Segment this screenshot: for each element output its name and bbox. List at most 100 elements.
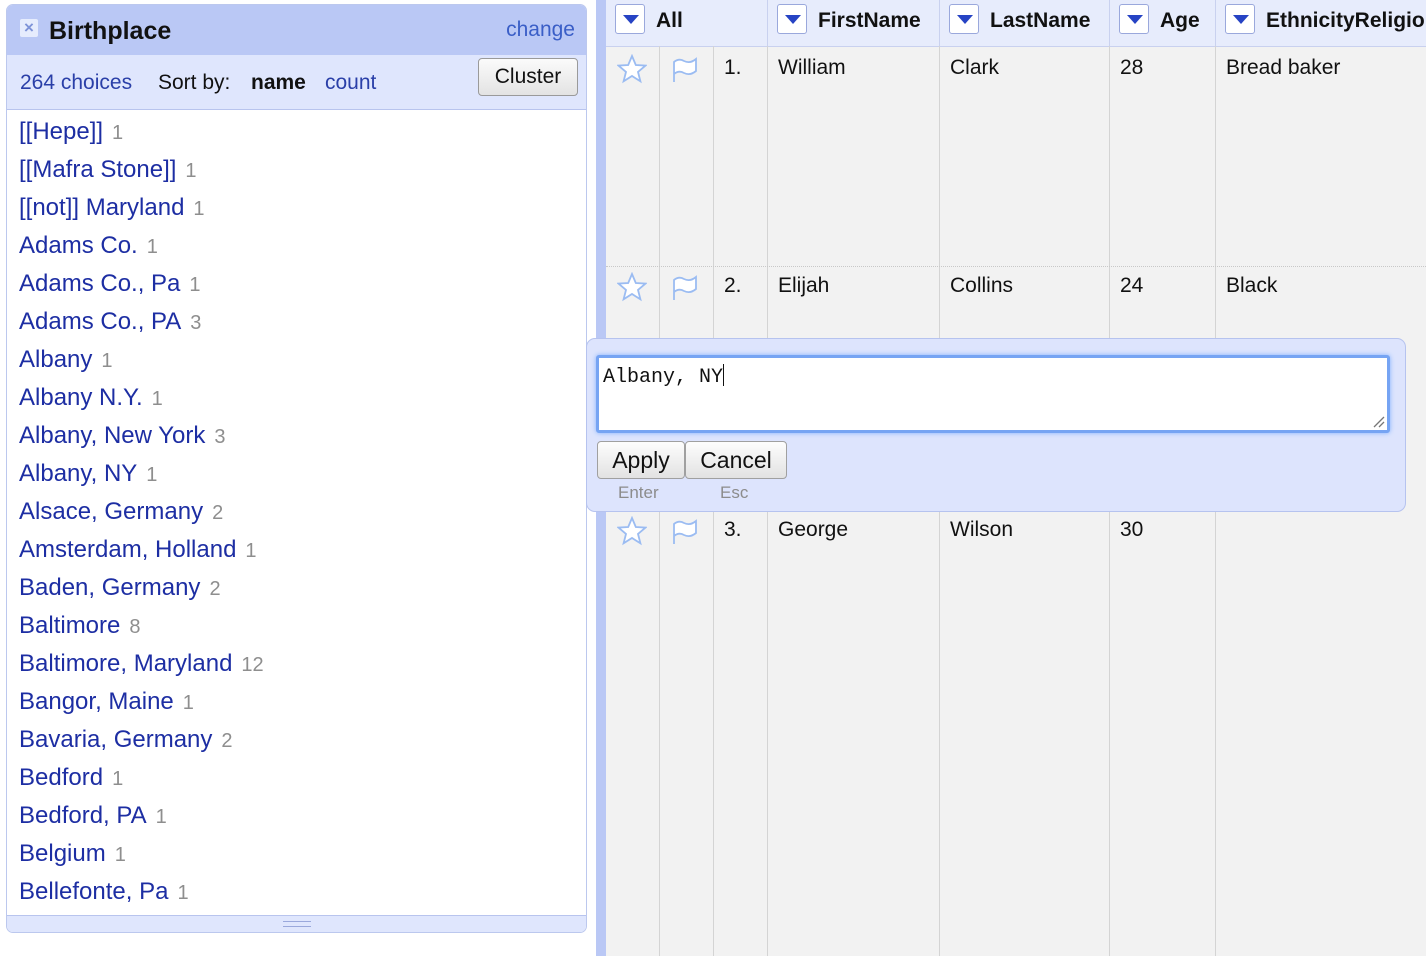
facet-choice[interactable]: Baltimore 8 bbox=[19, 607, 264, 645]
facet-choice-label[interactable]: Bangor, Maine bbox=[19, 688, 174, 715]
facet-choice[interactable]: Bellefonte, Pa 1 bbox=[19, 873, 264, 911]
cell-age[interactable]: 24 bbox=[1120, 274, 1143, 298]
facet-choice-count: 2 bbox=[212, 502, 224, 524]
cell-age[interactable]: 28 bbox=[1120, 56, 1143, 80]
facet-choice[interactable]: Baden, Germany 2 bbox=[19, 569, 264, 607]
facet-choice-label[interactable]: Bellefonte, Pa bbox=[19, 878, 168, 905]
facet-choice-count: 1 bbox=[146, 464, 158, 486]
star-icon[interactable] bbox=[617, 272, 647, 302]
sort-by-count-link[interactable]: count bbox=[325, 71, 376, 95]
facet-choice-label[interactable]: Albany N.Y. bbox=[19, 384, 143, 411]
facet-choice-label[interactable]: Albany, New York bbox=[19, 422, 205, 449]
facet-choice-label[interactable]: Baltimore bbox=[19, 612, 120, 639]
cell-edit-text: Albany, NY bbox=[603, 366, 724, 389]
column-header-firstname: FirstName bbox=[768, 0, 940, 46]
chevron-down-icon[interactable] bbox=[777, 4, 807, 34]
facet-choice[interactable]: Bedford, PA 1 bbox=[19, 797, 264, 835]
column-header-lastname: LastName bbox=[940, 0, 1110, 46]
resize-grip-icon[interactable] bbox=[1371, 414, 1385, 428]
sort-by-label: Sort by: bbox=[158, 71, 231, 94]
change-link[interactable]: change bbox=[506, 18, 575, 42]
cell-edit-textarea[interactable]: Albany, NY bbox=[596, 355, 1390, 433]
facet-choice-count: 1 bbox=[146, 236, 158, 258]
facet-choice-label[interactable]: Bavaria, Germany bbox=[19, 726, 212, 753]
facet-choice-label[interactable]: [[not]] Maryland bbox=[19, 194, 184, 221]
facet-choice[interactable]: Adams Co., Pa 1 bbox=[19, 265, 264, 303]
cell-lastname[interactable]: Clark bbox=[950, 56, 999, 80]
cell-ethnicity[interactable]: Bread baker bbox=[1226, 56, 1340, 80]
facet-choice[interactable]: Adams Co. 1 bbox=[19, 227, 264, 265]
facet-choice-label[interactable]: [[Hepe]] bbox=[19, 118, 103, 145]
facet-choice-count: 1 bbox=[114, 844, 126, 866]
cell-firstname[interactable]: George bbox=[778, 518, 848, 542]
facet-choice-label[interactable]: Amsterdam, Holland bbox=[19, 536, 236, 563]
row-index: 2. bbox=[724, 274, 742, 297]
column-label: Age bbox=[1160, 9, 1200, 32]
chevron-down-icon[interactable] bbox=[949, 4, 979, 34]
facet-title: Birthplace bbox=[49, 17, 172, 45]
facet-choice[interactable]: Albany, New York 3 bbox=[19, 417, 264, 455]
facet-choice-label[interactable]: Adams Co., Pa bbox=[19, 270, 180, 297]
facet-choice-label[interactable]: Bedford, PA bbox=[19, 802, 147, 829]
flag-icon[interactable] bbox=[670, 272, 700, 302]
cell-lastname[interactable]: Collins bbox=[950, 274, 1013, 298]
close-icon[interactable]: × bbox=[20, 19, 38, 37]
cell-lastname[interactable]: Wilson bbox=[950, 518, 1013, 542]
facet-controls: 264 choices Sort by: name count Cluster bbox=[7, 55, 586, 110]
chevron-down-icon[interactable] bbox=[1225, 4, 1255, 34]
facet-choice[interactable]: [[not]] Maryland 1 bbox=[19, 189, 264, 227]
choices-count-link[interactable]: 264 choices bbox=[20, 71, 132, 95]
facet-choice-label[interactable]: Bedford bbox=[19, 764, 103, 791]
cancel-shortcut-hint: Esc bbox=[720, 483, 749, 502]
sort-by-name[interactable]: name bbox=[251, 71, 306, 95]
facet-choice[interactable]: [[Hepe]] 1 bbox=[19, 113, 264, 151]
facet-choice-count: 1 bbox=[177, 882, 189, 904]
facet-choice[interactable]: Albany N.Y. 1 bbox=[19, 379, 264, 417]
facet-choice-label[interactable]: Adams Co., PA bbox=[19, 308, 181, 335]
chevron-down-icon[interactable] bbox=[615, 4, 645, 34]
facet-choice-label[interactable]: Belgium bbox=[19, 840, 106, 867]
facet-choice[interactable]: Adams Co., PA 3 bbox=[19, 303, 264, 341]
facet-choice-count: 12 bbox=[241, 654, 264, 676]
facet-choice[interactable]: Bangor, Maine 1 bbox=[19, 683, 264, 721]
cell-firstname[interactable]: Elijah bbox=[778, 274, 829, 298]
facet-choice-count: 1 bbox=[193, 198, 205, 220]
facet-choice-list: [[Hepe]] 1 [[Mafra Stone]] 1 [[not]] Marylan… bbox=[19, 113, 264, 911]
facet-choice-label[interactable]: Baltimore, Maryland bbox=[19, 650, 232, 677]
facet-choice-label[interactable]: Albany bbox=[19, 346, 92, 373]
cancel-button[interactable]: Cancel bbox=[685, 441, 787, 479]
cell-age[interactable]: 30 bbox=[1120, 518, 1143, 542]
facet-choice-label[interactable]: Adams Co. bbox=[19, 232, 138, 259]
facet-choice[interactable]: Alsace, Germany 2 bbox=[19, 493, 264, 531]
facet-choice[interactable]: Amsterdam, Holland 1 bbox=[19, 531, 264, 569]
facet-choice-count: 2 bbox=[221, 730, 233, 752]
column-header-all: All bbox=[606, 0, 768, 46]
chevron-down-icon[interactable] bbox=[1119, 4, 1149, 34]
facet-choice[interactable]: Baltimore, Maryland 12 bbox=[19, 645, 264, 683]
facet-choice-label[interactable]: Alsace, Germany bbox=[19, 498, 203, 525]
apply-button[interactable]: Apply bbox=[597, 441, 685, 479]
row-index: 1. bbox=[724, 56, 742, 79]
facet-choice[interactable]: Belgium 1 bbox=[19, 835, 264, 873]
facet-choice-label[interactable]: Albany, NY bbox=[19, 460, 137, 487]
column-label: FirstName bbox=[818, 9, 921, 32]
cluster-button[interactable]: Cluster bbox=[478, 58, 578, 96]
facet-choice-label[interactable]: Baden, Germany bbox=[19, 574, 200, 601]
star-icon[interactable] bbox=[617, 516, 647, 546]
star-icon[interactable] bbox=[617, 54, 647, 84]
facet-choice[interactable]: Bedford 1 bbox=[19, 759, 264, 797]
facet-choice-count: 2 bbox=[209, 578, 221, 600]
table-header: All FirstName LastName Age EthnicityReli… bbox=[606, 0, 1426, 47]
cell-ethnicity[interactable]: Black bbox=[1226, 274, 1277, 298]
flag-icon[interactable] bbox=[670, 516, 700, 546]
facet-choice[interactable]: Albany 1 bbox=[19, 341, 264, 379]
flag-icon[interactable] bbox=[670, 54, 700, 84]
cell-firstname[interactable]: William bbox=[778, 56, 846, 80]
facet-choice-count: 3 bbox=[190, 312, 202, 334]
facet-choice-label[interactable]: [[Mafra Stone]] bbox=[19, 156, 176, 183]
resize-handle-icon[interactable] bbox=[283, 921, 311, 927]
facet-panel: × Birthplace change 264 choices Sort by:… bbox=[6, 4, 587, 933]
facet-choice[interactable]: Bavaria, Germany 2 bbox=[19, 721, 264, 759]
facet-choice[interactable]: Albany, NY 1 bbox=[19, 455, 264, 493]
facet-choice[interactable]: [[Mafra Stone]] 1 bbox=[19, 151, 264, 189]
